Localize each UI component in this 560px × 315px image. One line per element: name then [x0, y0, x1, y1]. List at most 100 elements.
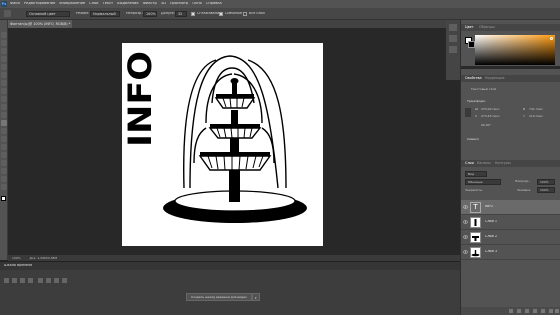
document-tab[interactable]: Фонтан(ы)@ 100% (INFO, RGB/8) *	[8, 20, 72, 28]
mask-icon[interactable]	[525, 309, 529, 313]
lasso-tool-icon[interactable]	[1, 48, 7, 54]
blur-tool-icon[interactable]	[1, 128, 7, 134]
character-heading[interactable]: Символ	[467, 138, 479, 141]
opacity-input[interactable]: 100%	[143, 11, 157, 17]
timeline-dropdown-button[interactable]: ▾	[252, 293, 260, 301]
menu-3d[interactable]: 3D	[161, 2, 166, 6]
adjustment-icon[interactable]	[533, 309, 537, 313]
all-layers-label: Все слои	[249, 12, 265, 15]
audio-icon[interactable]	[38, 278, 43, 283]
brush-panel-icon[interactable]	[449, 35, 457, 42]
fill-label: Заливка:	[517, 189, 532, 192]
width-value[interactable]: 233,99 пикс	[481, 108, 500, 111]
create-video-timeline-button[interactable]: Создать шкалу времени для видео	[186, 293, 252, 301]
paragraph-panel-icon[interactable]	[449, 46, 457, 53]
layer-name[interactable]: Слой 3	[485, 250, 497, 253]
menu-help[interactable]: Справка	[206, 2, 222, 6]
eye-icon[interactable]	[463, 235, 468, 239]
marquee-tool-icon[interactable]	[1, 40, 7, 46]
menu-layers[interactable]: Слои	[89, 2, 98, 6]
first-frame-icon[interactable]	[4, 278, 9, 283]
menu-window[interactable]: Окно	[192, 2, 202, 6]
menu-text[interactable]: Текст	[103, 2, 114, 6]
fill-source-select[interactable]: Основной цвет	[26, 11, 70, 17]
x-value[interactable]: 273,63 пикс	[481, 115, 500, 118]
foreground-color-swatch[interactable]	[1, 196, 6, 201]
paint-bucket-tool-icon[interactable]	[1, 120, 7, 126]
hand-tool-icon[interactable]	[1, 176, 7, 182]
layer-row[interactable]: T INFO	[461, 200, 560, 215]
pen-tool-icon[interactable]	[1, 144, 7, 150]
contiguous-checkbox[interactable]	[219, 12, 223, 16]
eye-icon[interactable]	[463, 250, 468, 254]
settings-icon[interactable]	[46, 278, 51, 283]
magic-wand-tool-icon[interactable]	[1, 56, 7, 62]
move-tool-icon[interactable]	[1, 32, 7, 38]
tab-layers[interactable]: Слои	[465, 161, 474, 165]
layer-opacity-input[interactable]: 100%	[537, 179, 555, 185]
zoom-tool-icon[interactable]	[1, 184, 7, 190]
antialias-checkbox[interactable]	[191, 12, 195, 16]
tab-adjustments[interactable]: Коррекция	[485, 76, 504, 80]
menu-view[interactable]: Просмотр	[170, 2, 188, 6]
history-brush-tool-icon[interactable]	[1, 104, 7, 110]
menu-select[interactable]: Выделение	[117, 2, 138, 6]
layer-row[interactable]: Слой 1	[461, 215, 560, 230]
play-icon[interactable]	[20, 278, 25, 283]
trash-icon[interactable]	[555, 309, 559, 313]
crop-tool-icon[interactable]	[1, 64, 7, 70]
layer-name[interactable]: INFO	[485, 205, 493, 208]
clone-stamp-tool-icon[interactable]	[1, 96, 7, 102]
eye-icon[interactable]	[463, 220, 468, 224]
shape-tool-icon[interactable]	[1, 168, 7, 174]
next-frame-icon[interactable]	[28, 278, 33, 283]
blend-mode-select[interactable]: Обычные	[465, 179, 501, 185]
y-value[interactable]: 110 пикс	[529, 115, 543, 118]
split-icon[interactable]	[54, 278, 59, 283]
new-layer-icon[interactable]	[549, 309, 553, 313]
tab-channels[interactable]: Каналы	[477, 161, 491, 165]
layer-filter-select[interactable]: Вид	[465, 171, 487, 177]
history-panel-icon[interactable]	[449, 24, 457, 31]
tab-color[interactable]: Цвет	[465, 25, 474, 29]
menu-edit[interactable]: Редактирование	[24, 2, 55, 6]
fx-icon[interactable]	[517, 309, 521, 313]
menu-filter[interactable]: Фильтр	[143, 2, 157, 6]
transition-icon[interactable]	[62, 278, 67, 283]
tolerance-input[interactable]: 32	[175, 11, 187, 17]
link-layers-icon[interactable]	[509, 309, 513, 313]
menu-image[interactable]: Изображение	[59, 2, 85, 6]
tab-paths[interactable]: Контуры	[495, 161, 511, 165]
hue-strip[interactable]	[461, 66, 560, 69]
bg-color-chip[interactable]	[468, 41, 475, 48]
y-label: Y	[523, 115, 525, 118]
eye-icon[interactable]	[463, 205, 468, 209]
healing-brush-tool-icon[interactable]	[1, 80, 7, 86]
all-layers-checkbox[interactable]	[243, 12, 247, 16]
brush-tool-icon[interactable]	[1, 88, 7, 94]
type-tool-icon[interactable]	[1, 152, 7, 158]
text-layer-thumb: T	[470, 202, 481, 213]
layer-row[interactable]: Слой 2	[461, 230, 560, 245]
zoom-level[interactable]: 100%	[12, 256, 21, 260]
group-icon[interactable]	[541, 309, 545, 313]
text-layer-icon	[465, 108, 471, 117]
tab-swatches[interactable]: Образцы	[479, 25, 495, 29]
layer-name[interactable]: Слой 2	[485, 235, 497, 238]
opacity-label: Непрозр.:	[126, 12, 144, 15]
menu-file[interactable]: Файл	[10, 2, 20, 6]
layer-row[interactable]: Слой 3	[461, 245, 560, 260]
color-picker-field[interactable]	[475, 35, 555, 65]
dodge-tool-icon[interactable]	[1, 136, 7, 142]
prev-frame-icon[interactable]	[12, 278, 17, 283]
layer-name[interactable]: Слой 1	[485, 220, 497, 223]
fill-input[interactable]: 100%	[537, 187, 555, 193]
mode-select[interactable]: Нормальный	[90, 11, 120, 17]
height-value[interactable]: 741 пикс	[529, 108, 543, 111]
eyedropper-tool-icon[interactable]	[1, 72, 7, 78]
tab-properties[interactable]: Свойства	[465, 76, 482, 80]
path-selection-tool-icon[interactable]	[1, 160, 7, 166]
angle-value[interactable]: 90,00°	[481, 124, 491, 127]
eraser-tool-icon[interactable]	[1, 112, 7, 118]
paint-bucket-icon[interactable]	[4, 10, 11, 17]
